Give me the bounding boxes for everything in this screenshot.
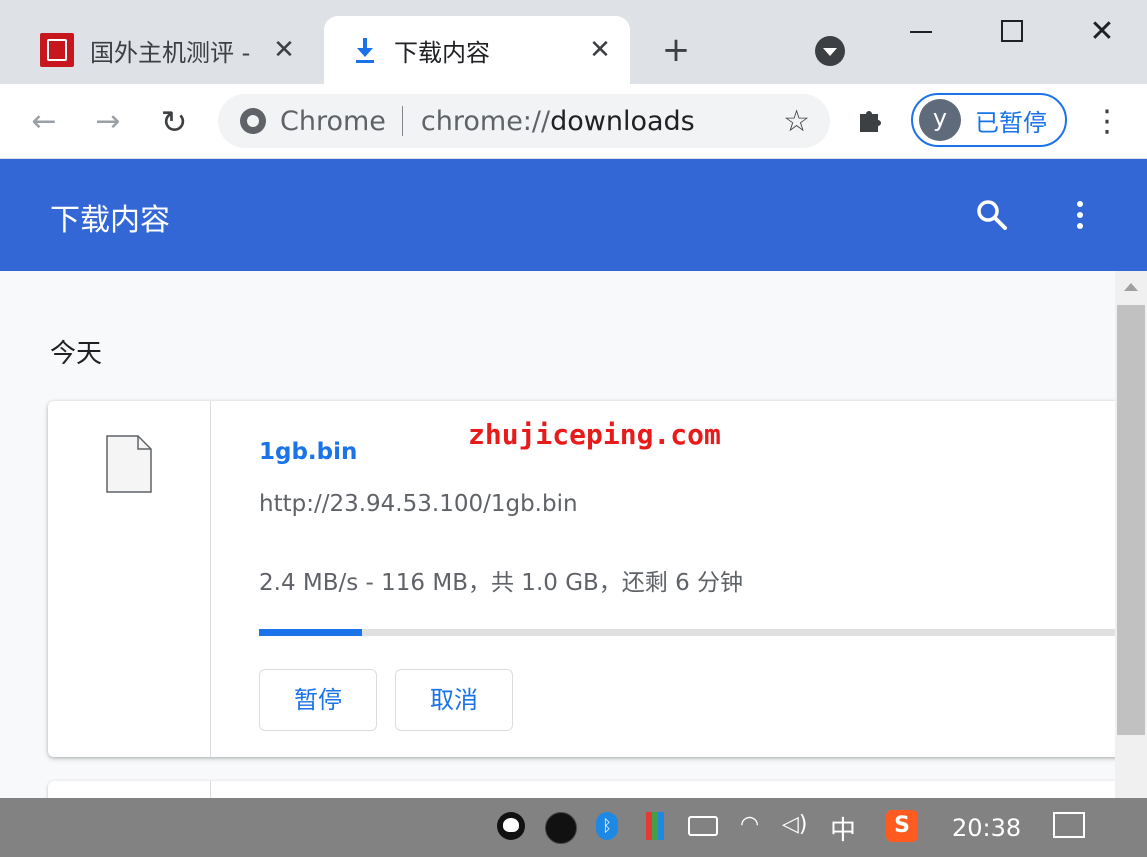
site-seal-icon <box>40 33 74 67</box>
extensions-puzzle-icon[interactable] <box>856 104 886 141</box>
tab-title: 国外主机测评 - 国 <box>90 38 250 67</box>
color-grid-app-icon[interactable] <box>646 812 664 840</box>
minimize-button[interactable] <box>900 14 940 50</box>
forward-button[interactable]: → <box>88 102 128 142</box>
tab-close-icon[interactable]: ✕ <box>270 36 298 64</box>
download-progress-bar <box>259 629 1115 636</box>
back-button[interactable]: ← <box>24 102 64 142</box>
omnibox-separator <box>401 106 403 136</box>
zhuji-app-icon[interactable] <box>545 812 577 844</box>
sogou-input-icon[interactable]: S <box>886 810 918 842</box>
tab-search-icon[interactable] <box>815 36 845 66</box>
ime-mode-indicator[interactable]: 中 <box>830 810 856 847</box>
url-text: chrome://downloads <box>421 106 695 137</box>
profile-status-label: 已暂停 <box>975 108 1047 137</box>
download-item-partial <box>48 781 1115 798</box>
power-plug-icon[interactable] <box>688 816 718 836</box>
volume-icon[interactable]: ◁) <box>782 812 810 840</box>
avatar: y <box>919 99 961 141</box>
card-divider <box>210 781 211 798</box>
card-divider <box>210 401 211 757</box>
scrollbar[interactable] <box>1115 271 1147 798</box>
tab-close-icon[interactable]: ✕ <box>586 36 614 64</box>
bookmark-star-icon[interactable]: ☆ <box>783 104 810 139</box>
tab-title: 下载内容 <box>394 38 490 67</box>
tab-strip: 国外主机测评 - 国 ✕ 下载内容 ✕ + ✕ <box>0 0 1147 84</box>
downloads-header: 下载内容 <box>0 159 1147 271</box>
new-tab-button[interactable]: + <box>656 30 696 70</box>
notification-center-icon[interactable] <box>1053 812 1085 838</box>
downloads-list: 今天 1gb.bin http://23.94.53.100/1gb.bin 2… <box>0 271 1115 798</box>
scroll-up-arrow-icon[interactable] <box>1124 283 1138 291</box>
url-scheme: chrome:// <box>420 105 551 137</box>
download-item: 1gb.bin http://23.94.53.100/1gb.bin 2.4 … <box>48 401 1115 757</box>
browser-toolbar: ← → ↻ Chrome chrome://downloads ☆ y 已暂停 … <box>0 84 1147 159</box>
download-status: 2.4 MB/s - 116 MB，共 1.0 GB，还剩 6 分钟 <box>259 570 744 596</box>
taskbar-clock[interactable]: 20:38 <box>952 814 1021 842</box>
url-host: downloads <box>550 105 695 137</box>
scrollbar-thumb[interactable] <box>1117 305 1145 735</box>
tab-downloads[interactable]: 下载内容 ✕ <box>324 16 630 84</box>
close-window-button[interactable]: ✕ <box>1082 14 1122 50</box>
date-heading: 今天 <box>50 339 103 369</box>
watermark-text: zhujiceping.com <box>468 418 721 451</box>
download-progress-fill <box>259 629 362 636</box>
downloads-menu-icon[interactable] <box>1066 197 1094 233</box>
wifi-icon[interactable]: ◠ <box>740 812 768 840</box>
bluetooth-icon[interactable]: ᛒ <box>596 812 618 840</box>
reload-button[interactable]: ↻ <box>154 102 194 142</box>
qq-penguin-icon[interactable] <box>497 812 525 840</box>
browser-menu-icon[interactable]: ⋮ <box>1092 102 1122 142</box>
file-icon <box>106 435 152 493</box>
address-bar[interactable]: Chrome chrome://downloads ☆ <box>218 94 830 148</box>
page-title: 下载内容 <box>50 203 170 238</box>
chrome-chip-label: Chrome <box>280 105 386 137</box>
file-source-url[interactable]: http://23.94.53.100/1gb.bin <box>259 491 578 517</box>
search-icon[interactable] <box>974 197 1010 233</box>
file-name-link[interactable]: 1gb.bin <box>259 439 357 465</box>
maximize-button[interactable] <box>990 14 1030 50</box>
cancel-button[interactable]: 取消 <box>395 669 513 731</box>
profile-button[interactable]: y 已暂停 <box>911 93 1067 147</box>
chrome-icon <box>240 108 266 134</box>
tab-zhujiceping[interactable]: 国外主机测评 - 国 ✕ <box>24 16 314 84</box>
download-icon <box>352 35 378 65</box>
pause-button[interactable]: 暂停 <box>259 669 377 731</box>
taskbar: ᛒ ◠ ◁) 中 S 20:38 <box>0 798 1147 857</box>
